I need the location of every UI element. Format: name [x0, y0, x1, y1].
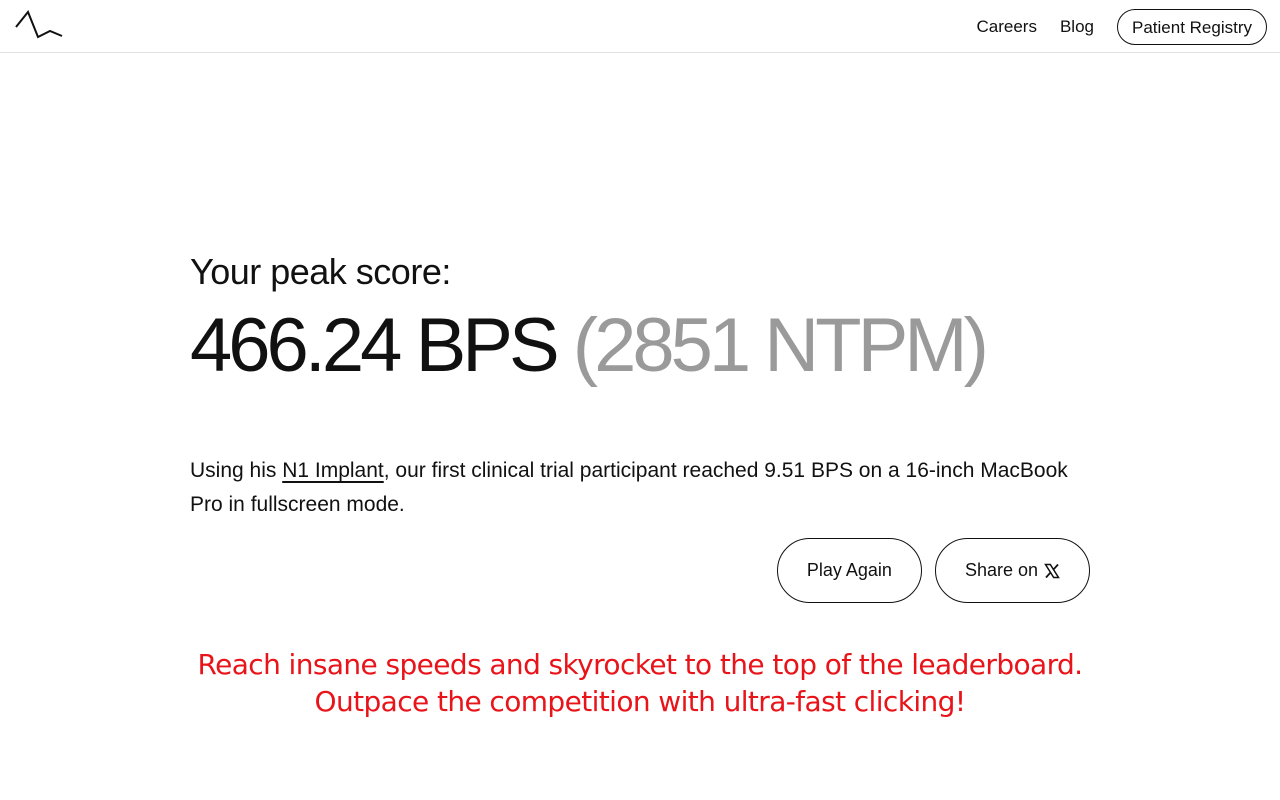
- result-actions: Play Again Share on: [776, 538, 1090, 603]
- n1-implant-link[interactable]: N1 Implant: [282, 459, 384, 482]
- score-ntpm: (2851 NTPM): [572, 303, 989, 388]
- comparison-description: Using his N1 Implant, our first clinical…: [190, 454, 1090, 522]
- nav-link-careers[interactable]: Careers: [977, 9, 1037, 45]
- top-navigation-bar: Careers Blog Patient Registry: [0, 0, 1280, 53]
- neuralink-wave-icon[interactable]: [14, 7, 66, 41]
- play-again-label: Play Again: [806, 560, 892, 580]
- peak-score-label: Your peak score:: [190, 251, 451, 292]
- share-on-x-button[interactable]: Share on: [934, 538, 1090, 603]
- promo-line-1: Reach insane speeds and skyrocket to the…: [197, 648, 1084, 681]
- main-nav: Careers Blog Patient Registry: [977, 9, 1267, 45]
- peak-score-value: 466.24 BPS (2851 NTPM): [190, 302, 989, 390]
- description-text-before: Using his: [190, 459, 283, 482]
- promo-line-2: Outpace the competition with ultra-fast …: [314, 685, 967, 718]
- nav-link-blog[interactable]: Blog: [1060, 9, 1094, 45]
- x-logo-icon: [1044, 563, 1060, 578]
- promo-banner: Reach insane speeds and skyrocket to the…: [0, 646, 1280, 720]
- score-bps: 466.24 BPS: [190, 303, 560, 388]
- share-label: Share on: [964, 560, 1038, 580]
- play-again-button[interactable]: Play Again: [776, 538, 922, 603]
- patient-registry-button[interactable]: Patient Registry: [1117, 9, 1267, 45]
